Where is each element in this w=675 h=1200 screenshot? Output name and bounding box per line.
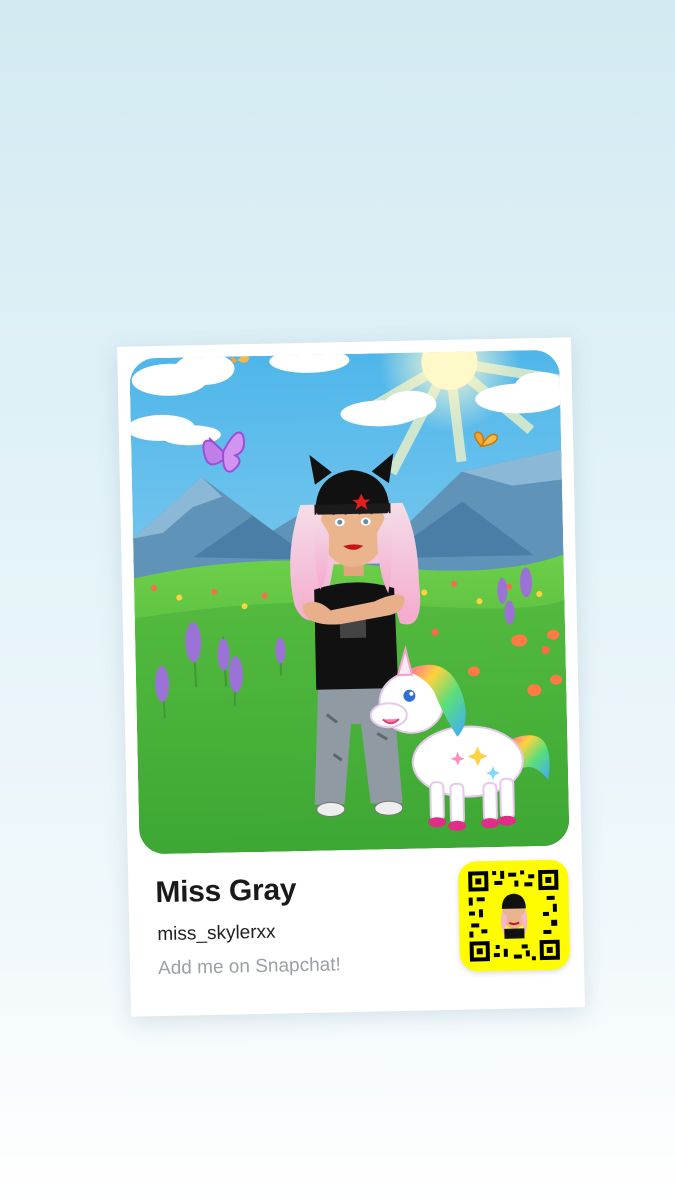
- add-me-caption: Add me on Snapchat!: [157, 954, 341, 980]
- snapcode[interactable]: [457, 859, 571, 972]
- profile-card[interactable]: Miss Gray miss_skylerxx Add me on Snapch…: [117, 337, 585, 1017]
- snapchat-profile-share-screen: { "profile": { "display_name": "Miss Gra…: [0, 0, 675, 1200]
- bitmoji-scene: [129, 349, 570, 855]
- display-name: Miss Gray: [155, 873, 297, 910]
- username: miss_skylerxx: [157, 921, 276, 946]
- snapcode-qr-icon: [457, 859, 571, 972]
